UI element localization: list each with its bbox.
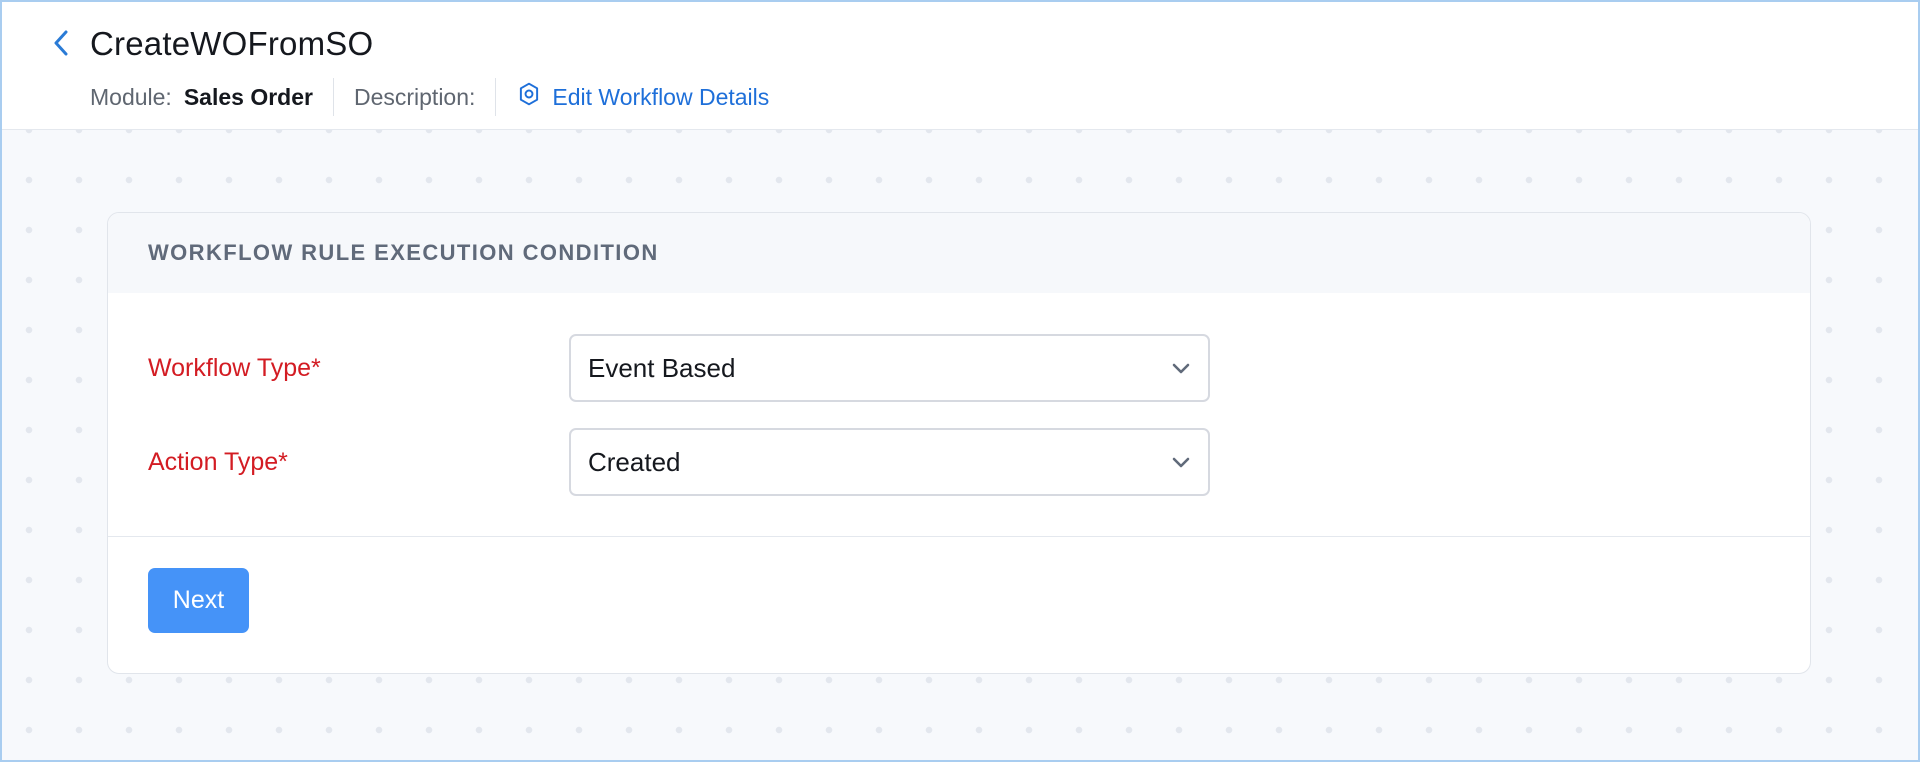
action-type-label: Action Type* (148, 447, 288, 476)
workflow-type-value: Event Based (588, 352, 736, 383)
action-type-value: Created (588, 446, 681, 477)
app-frame: CreateWOFromSO Module: Sales Order Descr… (0, 0, 1920, 762)
description-label: Description: (353, 83, 476, 110)
action-type-row: Action Type* Created (148, 428, 1210, 496)
meta-divider (495, 78, 497, 116)
gear-icon (516, 81, 552, 113)
card-title: WORKFLOW RULE EXECUTION CONDITION (108, 213, 1810, 293)
edit-link-label: Edit Workflow Details (552, 83, 770, 110)
chevron-down-icon (1170, 452, 1192, 474)
meta-divider (332, 78, 334, 116)
chevron-left-icon (53, 30, 69, 61)
chevron-down-icon (1170, 358, 1192, 380)
workflow-meta: Module: Sales Order Description: Edit Wo… (90, 78, 769, 116)
module-label: Module: (90, 83, 172, 110)
page-header: CreateWOFromSO Module: Sales Order Descr… (2, 2, 1918, 130)
page-title: CreateWOFromSO (90, 25, 374, 62)
workflow-type-row: Workflow Type* Event Based (148, 334, 1210, 402)
module-value: Sales Order (183, 83, 313, 110)
action-type-select[interactable]: Created (569, 428, 1210, 496)
workflow-type-select[interactable]: Event Based (569, 334, 1210, 402)
edit-workflow-details-link[interactable]: Edit Workflow Details (516, 81, 769, 113)
card-divider (108, 536, 1810, 537)
back-button[interactable] (48, 28, 74, 62)
workflow-type-label: Workflow Type* (148, 353, 321, 382)
next-button[interactable]: Next (148, 568, 249, 633)
execution-condition-card: WORKFLOW RULE EXECUTION CONDITION Workfl… (107, 212, 1811, 674)
